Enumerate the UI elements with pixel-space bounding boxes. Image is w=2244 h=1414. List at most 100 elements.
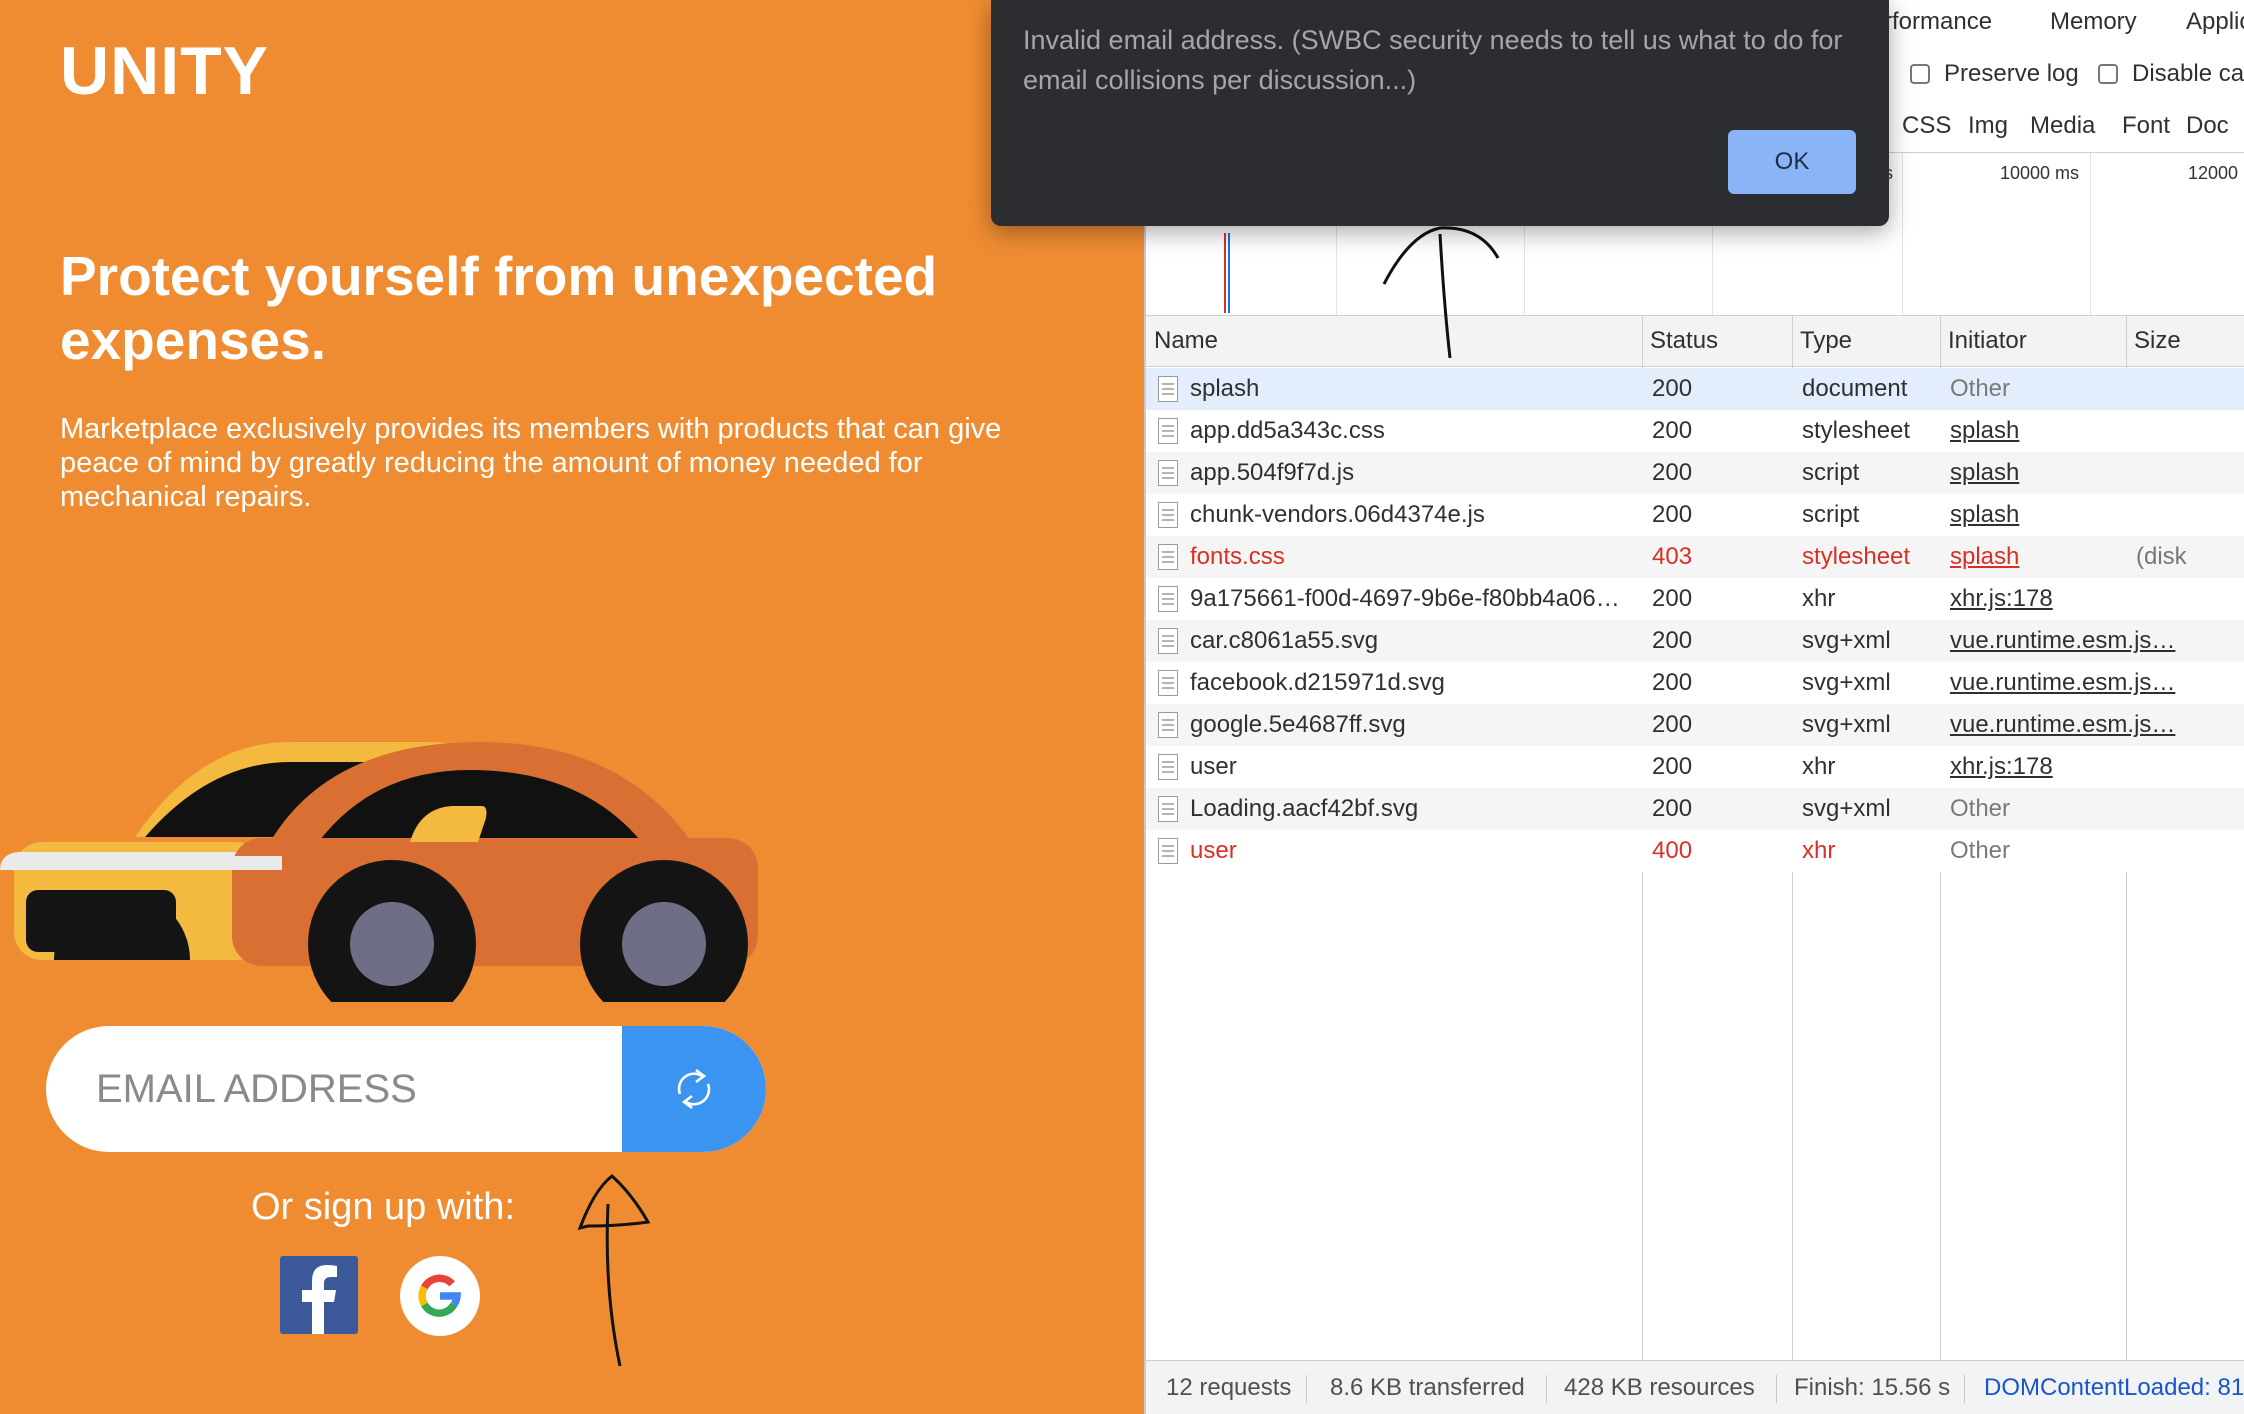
column-initiator[interactable]: Initiator [1940,316,2027,366]
checkbox-icon [2098,64,2118,84]
table-row[interactable]: 9a175661-f00d-4697-9b6e-f80bb4a06… 200 xhr… [1146,578,2244,620]
network-table-header: Name Status Type Initiator Size [1146,316,2244,367]
table-row[interactable]: app.dd5a343c.css 200 stylesheet splash [1146,410,2244,452]
table-row[interactable]: facebook.d215971d.svg 200 svg+xml vue.runti… [1146,662,2244,704]
signup-with-label: Or sign up with: [251,1186,515,1228]
request-size: (disk [2136,543,2187,570]
request-status: 200 [1652,459,1693,486]
request-status: 200 [1652,417,1693,444]
headline: Protect yourself from unexpected expense… [60,245,938,371]
request-status: 200 [1652,795,1693,822]
request-type: svg+xml [1802,795,1891,822]
email-form [46,1026,766,1152]
request-type: xhr [1802,753,1836,780]
file-icon [1158,838,1178,864]
preserve-log-label: Preserve log [1944,60,2079,87]
request-status: 200 [1652,753,1693,780]
table-row[interactable]: app.504f9f7d.js 200 script splash [1146,452,2244,494]
file-icon [1158,460,1178,486]
request-type: svg+xml [1802,711,1891,738]
file-icon [1158,376,1178,402]
filter-doc[interactable]: Doc [2186,112,2229,140]
column-status[interactable]: Status [1642,316,1718,366]
facebook-icon [302,1265,337,1334]
alert-message: Invalid email address. (SWBC security ne… [1023,25,1843,95]
timeline-label: 12000 [2188,163,2239,183]
file-icon [1158,796,1178,822]
google-signup-button[interactable] [400,1256,480,1336]
file-icon [1158,712,1178,738]
submit-button[interactable] [622,1026,766,1152]
file-icon [1158,754,1178,780]
tab-performance[interactable]: rformance [1884,0,1992,46]
google-icon [418,1274,462,1317]
table-row[interactable]: user 200 xhr xhr.js:178 [1146,746,2244,788]
file-icon [1158,586,1178,612]
checkbox-icon [1910,64,1930,84]
preserve-log-checkbox[interactable]: Preserve log [1910,60,2079,88]
request-size [2136,620,2244,662]
file-icon [1158,670,1178,696]
tab-application[interactable]: Applic [2186,0,2244,46]
filter-img[interactable]: Img [1968,112,2008,140]
request-status: 200 [1652,501,1693,528]
request-type: script [1802,459,1860,486]
logo: UNITY [60,33,269,109]
request-type: svg+xml [1802,669,1891,696]
request-status: 200 [1652,585,1693,612]
table-row[interactable]: splash 200 document Other [1146,368,2244,410]
request-type: svg+xml [1802,627,1891,654]
column-size[interactable]: Size [2126,316,2181,366]
timeline-label: 10000 ms [2000,163,2080,183]
request-type: stylesheet [1802,543,1911,570]
transferred-size: 8.6 KB transferred [1330,1374,1525,1401]
request-size [2136,746,2244,788]
dom-content-loaded: DOMContentLoaded: 81 [1984,1374,2244,1401]
request-type: document [1802,375,1908,402]
facebook-signup-button[interactable] [280,1256,358,1334]
request-size [2136,830,2244,872]
request-type: xhr [1802,585,1836,612]
filter-media[interactable]: Media [2030,112,2095,140]
table-row[interactable]: Loading.aacf42bf.svg 200 svg+xml Other [1146,788,2244,830]
refresh-loading-icon [677,1068,711,1110]
request-type: script [1802,501,1860,528]
signup-page: UNITY Protect yourself from unexpected e… [0,0,1144,1414]
request-status: 200 [1652,375,1693,402]
request-size [2136,578,2244,620]
request-status: 200 [1652,669,1693,696]
file-icon [1158,502,1178,528]
tab-memory[interactable]: Memory [2050,0,2137,46]
request-size [2136,704,2244,746]
request-status: 403 [1652,543,1693,570]
table-row[interactable]: car.c8061a55.svg 200 svg+xml vue.runtime.es… [1146,620,2244,662]
request-type: stylesheet [1802,417,1911,444]
table-row[interactable]: google.5e4687ff.svg 200 svg+xml vue.runtime… [1146,704,2244,746]
disable-cache-checkbox[interactable]: Disable ca [2098,60,2244,88]
alert-dialog: Invalid email address. (SWBC security ne… [991,0,1889,226]
resources-size: 428 KB resources [1564,1374,1755,1401]
email-input[interactable] [46,1026,622,1152]
ok-button[interactable]: OK [1728,130,1856,194]
car-illustration [0,742,780,1022]
request-size [2136,410,2244,452]
network-request-list: splash 200 document Other app.dd5a343c.css 20… [1146,368,2244,872]
request-status: 200 [1652,711,1693,738]
file-icon [1158,418,1178,444]
request-status: 200 [1652,627,1693,654]
disable-cache-label: Disable ca [2132,60,2244,87]
column-name[interactable]: Name [1146,316,1218,366]
request-status: 400 [1652,837,1693,864]
file-icon [1158,628,1178,654]
request-count: 12 requests [1166,1374,1292,1401]
table-row[interactable]: chunk-vendors.06d4374e.js 200 script splash [1146,494,2244,536]
filter-css[interactable]: CSS [1902,112,1951,140]
column-type[interactable]: Type [1792,316,1852,366]
request-size [2136,368,2244,410]
request-size [2136,662,2244,704]
filter-font[interactable]: Font [2122,112,2170,140]
network-status-bar: 12 requests 8.6 KB transferred 428 KB re… [1146,1360,2244,1414]
table-row[interactable]: fonts.css 403 stylesheet splash (disk [1146,536,2244,578]
finish-time: Finish: 15.56 s [1794,1374,1951,1401]
table-row[interactable]: user 400 xhr Other [1146,830,2244,872]
